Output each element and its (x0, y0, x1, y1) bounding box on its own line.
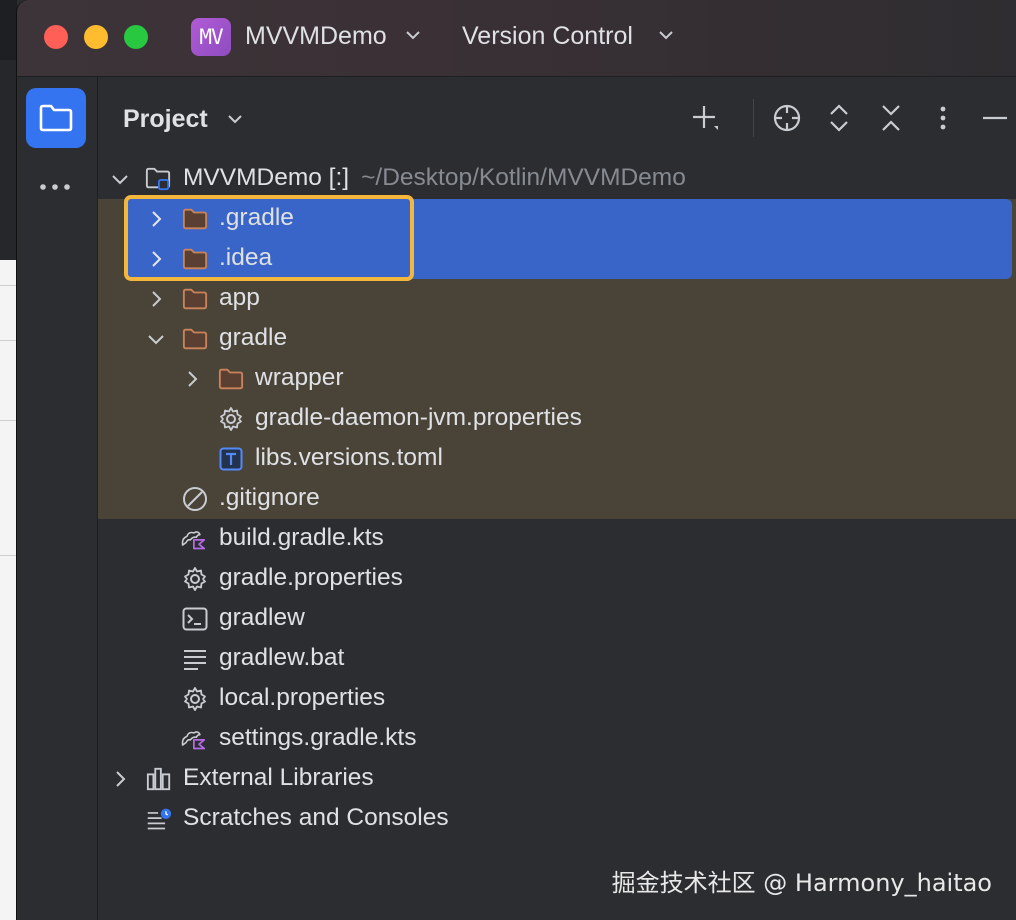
chevron-down-icon[interactable] (110, 169, 130, 189)
folder-icon (182, 327, 208, 351)
locate-icon[interactable] (770, 101, 804, 135)
close-window-button[interactable] (44, 25, 68, 49)
background-window-strip (0, 0, 17, 920)
tree-item-app[interactable]: app (98, 279, 1016, 319)
tool-window-strip (17, 77, 98, 920)
tree-item-libs-versions-toml[interactable]: libs.versions.toml (98, 439, 1016, 479)
tree-item-gradle-daemon-jvm-properties[interactable]: gradle-daemon-jvm.properties (98, 399, 1016, 439)
project-tool-button[interactable] (26, 88, 86, 148)
version-control-menu[interactable]: Version Control (462, 22, 633, 51)
add-icon[interactable] (688, 101, 722, 135)
chevron-down-icon[interactable] (657, 26, 675, 44)
tree-item-label: Scratches and Consoles (183, 804, 449, 831)
folder-icon (218, 367, 244, 391)
tree-item-label: app (219, 284, 260, 311)
gear-icon (182, 567, 208, 591)
tree-item-label: wrapper (255, 364, 344, 391)
toolbar-separator (753, 99, 754, 137)
text-file-icon (182, 647, 208, 671)
chevron-right-icon[interactable] (146, 289, 166, 309)
ide-window: MV MVVMDemo Version Control Project MVVM… (17, 0, 1016, 920)
gear-icon (218, 407, 244, 431)
tree-item-gradlew-bat[interactable]: gradlew.bat (98, 639, 1016, 679)
collapse-all-icon[interactable] (874, 101, 908, 135)
tree-item-label: gradlew (219, 604, 305, 631)
ignore-icon (182, 487, 208, 511)
tree-item-label: .gitignore (219, 484, 320, 511)
tree-item-label: gradlew.bat (219, 644, 345, 671)
scratches-icon (146, 807, 172, 831)
tree-item-label: build.gradle.kts (219, 524, 384, 551)
watermark: 掘金技术社区 @ Harmony_haitao (611, 869, 992, 897)
project-badge[interactable]: MV (191, 18, 231, 56)
tree-item-gradle[interactable]: gradle (98, 319, 1016, 359)
project-panel: Project MVVMDemo [:] ~/Desktop/Kotlin/MV… (98, 77, 1016, 920)
tree-item-local-properties[interactable]: local.properties (98, 679, 1016, 719)
hide-icon[interactable] (978, 101, 1012, 135)
title-bar: MV MVVMDemo Version Control (17, 0, 1016, 77)
gradle-kts-icon (180, 527, 206, 551)
expand-all-icon[interactable] (822, 101, 856, 135)
tree-item-label: libs.versions.toml (255, 444, 443, 471)
tree-item-label: gradle (219, 324, 288, 351)
module-folder-icon (145, 167, 171, 191)
chevron-down-icon[interactable] (146, 329, 166, 349)
terminal-icon (182, 607, 208, 631)
gear-icon (182, 687, 208, 711)
tree-item-gradle-properties[interactable]: gradle.properties (98, 559, 1016, 599)
tree-item-label: local.properties (219, 684, 386, 711)
more-tools-icon[interactable] (37, 181, 77, 193)
tree-item-label: gradle.properties (219, 564, 403, 591)
tree-item-label: settings.gradle.kts (219, 724, 417, 751)
zoom-window-button[interactable] (124, 25, 148, 49)
tree-item-label: External Libraries (183, 764, 374, 791)
tree-item-settings-gradle-kts[interactable]: settings.gradle.kts (98, 719, 1016, 759)
tree-item-gitignore[interactable]: .gitignore (98, 479, 1016, 519)
folder-icon (182, 287, 208, 311)
root-name: MVVMDemo (183, 164, 322, 191)
annotation-highlight-box (124, 195, 414, 281)
folder-icon (39, 104, 73, 132)
gradle-kts-icon (180, 727, 206, 751)
tree-item-gradlew[interactable]: gradlew (98, 599, 1016, 639)
root-path: ~/Desktop/Kotlin/MVVMDemo (361, 164, 686, 191)
tree-item-wrapper[interactable]: wrapper (98, 359, 1016, 399)
chevron-right-icon[interactable] (182, 369, 202, 389)
project-switcher[interactable]: MVVMDemo (245, 22, 387, 51)
panel-title[interactable]: Project (123, 105, 208, 134)
chevron-down-icon[interactable] (404, 26, 422, 44)
tree-item-external-libraries[interactable]: External Libraries (98, 759, 1016, 799)
module-tag: [:] (328, 164, 350, 191)
library-icon (146, 767, 172, 791)
tree-item-build-gradle-kts[interactable]: build.gradle.kts (98, 519, 1016, 559)
chevron-right-icon[interactable] (110, 769, 130, 789)
tree-item-scratches-and-consoles[interactable]: Scratches and Consoles (98, 799, 1016, 839)
chevron-down-icon[interactable] (226, 110, 244, 128)
more-options-icon[interactable] (926, 101, 960, 135)
tree-root-item[interactable]: MVVMDemo [:] ~/Desktop/Kotlin/MVVMDemo (98, 159, 1016, 199)
tree-item-label: gradle-daemon-jvm.properties (255, 404, 582, 431)
toml-file-icon (218, 447, 244, 471)
minimize-window-button[interactable] (84, 25, 108, 49)
